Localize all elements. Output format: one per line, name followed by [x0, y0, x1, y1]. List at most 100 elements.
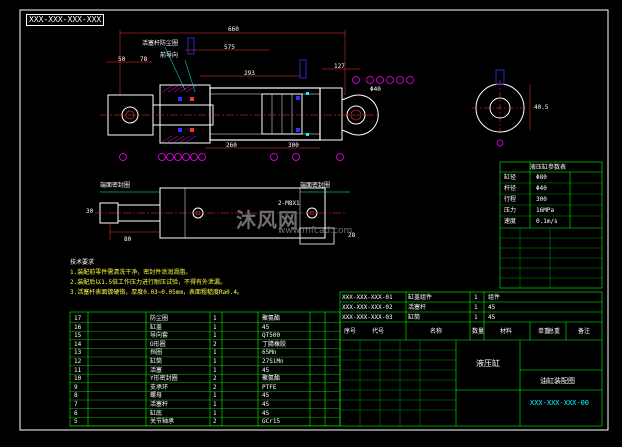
top-row-1-qty: 1	[474, 294, 478, 301]
parts-row-no: 17	[74, 315, 82, 322]
parts-row-qty: 1	[213, 366, 217, 374]
parts-row-no: 13	[74, 349, 82, 357]
balloon-6	[190, 153, 198, 161]
parts-row-no: 6	[74, 409, 78, 417]
top-row-2-name: 活塞杆	[408, 304, 427, 311]
dim-260: 260	[226, 142, 237, 149]
parts-row-no: 8	[74, 392, 78, 400]
watermark-url: www.mfcad.com	[278, 226, 353, 236]
parts-row-qty: 1	[213, 392, 217, 400]
spec-key: 速度	[504, 218, 517, 225]
header-no: 序号	[344, 328, 357, 335]
balloon-11	[352, 76, 360, 84]
header-qty: 数量	[472, 328, 485, 335]
balloon-16	[406, 76, 414, 84]
spec-value: Φ40	[536, 185, 547, 192]
cylinder-tube	[209, 87, 321, 141]
cad-drawing	[19, 9, 609, 431]
top-row-2-code: XXX-XXX-XXX-02	[342, 304, 393, 311]
parts-row-qty: 1	[213, 332, 217, 340]
parts-row-name: 支承环	[150, 383, 169, 391]
cylinder-bottom	[319, 87, 343, 141]
callout-top2: 前导向	[160, 52, 179, 59]
spec-value: 16MPa	[536, 207, 555, 214]
parts-row-name: Y形密封圈	[150, 375, 178, 383]
top-row-2-mat: 45	[488, 304, 496, 311]
dim-30: 30	[86, 208, 94, 215]
parts-row-name: 活塞杆	[150, 401, 169, 408]
spec-value: Φ80	[536, 174, 547, 181]
header-total: 总重	[548, 328, 561, 335]
parts-row-qty: 1	[213, 409, 217, 417]
balloon-8	[270, 153, 278, 161]
dim-80: 80	[124, 236, 132, 243]
technical-notes: 技术要求 1.装配前零件需清洗干净，密封件涂润滑脂。 2.装配后以1.5倍工作压…	[70, 258, 243, 298]
dim-overall: 660	[228, 26, 239, 33]
dim-50: 50	[118, 56, 126, 63]
drawing-number-tag: XXX-XXX-XXX-XXX	[26, 14, 105, 26]
title-name: 液压缸	[476, 359, 500, 368]
main-section-view	[100, 30, 414, 161]
parts-row-mat: 45	[262, 401, 270, 408]
notes-title: 技术要求	[70, 259, 95, 266]
header-mat: 材料	[500, 328, 513, 335]
parts-row-qty: 2	[213, 375, 217, 383]
cylinder-head	[159, 84, 211, 144]
parts-row-mat: 45	[262, 366, 270, 374]
parts-row-no: 10	[74, 375, 82, 383]
oil-port-right	[299, 59, 307, 79]
note-2: 2.装配后以1.5倍工作压力进行耐压试验，不得有外泄漏。	[70, 279, 227, 286]
spec-title: 液压缸参数表	[530, 164, 567, 171]
parts-row-mat: 45	[262, 409, 270, 417]
parts-row-name: 缸盖	[150, 323, 163, 331]
parts-row-qty: 1	[213, 323, 217, 331]
end-view	[472, 69, 531, 147]
parts-row-mat: GCr15	[262, 418, 281, 426]
parts-row-name: 缸筒	[150, 358, 163, 365]
callout-top1: 活塞杆防尘圈	[142, 40, 179, 47]
dim-575: 575	[224, 44, 235, 51]
top-row-3-qty: 1	[474, 314, 478, 321]
parts-row-name: 挡圈	[150, 349, 163, 357]
dim-293: 293	[244, 70, 255, 77]
parts-row-mat: 27SiMn	[262, 358, 284, 365]
parts-row-mat: 45	[262, 392, 270, 400]
parts-row-qty: 2	[213, 418, 217, 426]
parts-row-name: O形圈	[150, 340, 166, 348]
parts-row-name: 关节轴承	[150, 418, 175, 426]
parts-row-mat: 65Mn	[262, 349, 277, 357]
parts-row-mat: 聚氨酯	[262, 315, 281, 322]
note-1: 1.装配前零件需清洗干净，密封件涂润滑脂。	[70, 269, 192, 276]
dim-127: 127	[334, 63, 345, 70]
parts-row-no: 16	[74, 323, 82, 331]
top-row-3-name: 缸筒	[408, 314, 421, 321]
parts-row-mat: 45	[262, 323, 270, 331]
header-code: 代号	[372, 328, 385, 335]
parts-row-name: 导向套	[150, 332, 169, 340]
spec-key: 行程	[504, 196, 517, 203]
parts-list-grid	[69, 311, 341, 427]
parts-row-qty: 2	[213, 340, 217, 348]
balloon-4	[174, 153, 182, 161]
balloon-5	[182, 153, 190, 161]
parts-row-no: 9	[74, 383, 78, 391]
parts-row-no: 14	[74, 340, 82, 348]
drawing-sheet: XXX-XXX-XXX-XXX 660 575 50 78 127 293 26…	[0, 0, 622, 443]
spec-key: 压力	[504, 207, 517, 214]
parts-row-qty: 1	[213, 349, 217, 357]
note-3: 3.活塞杆表面镀硬铬，厚度0.03~0.05mm，表面粗糙度Ra0.4。	[70, 289, 244, 296]
balloon-1	[119, 153, 127, 161]
top-row-1-mat: 组件	[488, 294, 501, 301]
callout-lower-left: 端面密封圈	[100, 182, 131, 189]
dim-300: 300	[288, 142, 299, 149]
header-name: 名称	[430, 328, 443, 335]
parts-row-qty: 1	[213, 358, 217, 365]
parts-row-name: 活塞	[150, 366, 163, 374]
dim-78: 78	[140, 56, 148, 63]
title-name2: 油缸装配图	[540, 377, 575, 385]
top-row-3-mat: 45	[488, 314, 496, 321]
parts-row-qty: 1	[213, 315, 217, 322]
parts-row-qty: 1	[213, 401, 217, 408]
balloon-2	[158, 153, 166, 161]
spec-key: 杆径	[504, 185, 517, 192]
